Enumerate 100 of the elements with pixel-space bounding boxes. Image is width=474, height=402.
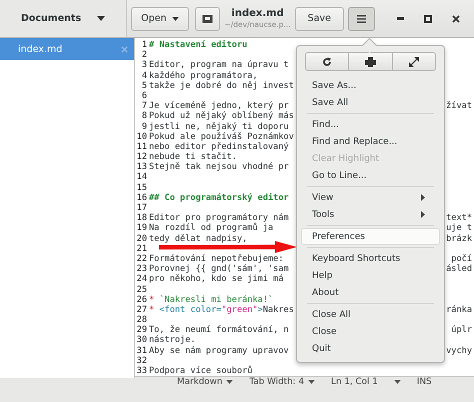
document-icon-button[interactable] (195, 6, 220, 30)
code-line: brázk (446, 234, 473, 244)
menu-item[interactable]: Close (301, 323, 440, 340)
line-number: 13 (136, 162, 147, 172)
code-line: úplr (451, 325, 473, 336)
menu-item[interactable]: Go to Line... (301, 167, 440, 184)
close-icon[interactable] (452, 14, 460, 22)
document-icon (202, 14, 214, 24)
line-number: 7 (140, 101, 147, 112)
code-line: Pokud ale používáš Poznámkov (149, 132, 294, 142)
line-number: 30 (136, 335, 147, 346)
code-line: počí (451, 254, 473, 264)
cursor-position: Ln 1, Col 1 (331, 377, 378, 388)
line-number: 32 (136, 356, 147, 366)
line-number: 14 (136, 172, 147, 183)
menu-item[interactable]: Close All (301, 306, 440, 323)
menu-item[interactable]: Quit (301, 340, 440, 357)
line-number: 18 (136, 213, 147, 224)
line-number: 22 (136, 254, 147, 264)
code-line: Stejně tak nejsou vhodné pr (149, 162, 289, 172)
line-number: 8 (140, 111, 147, 122)
line-number: 31 (136, 346, 147, 356)
code-line: tedy dělat nadpisy, (149, 234, 248, 244)
line-number: 19 (136, 223, 147, 234)
code-line: Editor pro programátory nám (149, 213, 289, 224)
line-number: 11 (136, 142, 147, 152)
menu-icon (357, 14, 366, 22)
tab-width-selector[interactable]: Tab Width: 4 (249, 377, 316, 388)
menu-item[interactable]: Find... (301, 116, 440, 133)
code-line: takže je dobré do něj invest (149, 80, 294, 91)
code-line: vychy (446, 346, 473, 356)
line-number: 1 (140, 40, 147, 50)
line-number: 28 (136, 315, 147, 326)
code-line: nebo editor předinstalovaný (149, 142, 289, 152)
code-line: pro někoho, kdo se jimi má (149, 274, 284, 284)
code-line: Aby se nám programy upravov (149, 346, 289, 356)
reload-icon (322, 56, 332, 66)
line-number: 25 (136, 284, 147, 295)
save-button[interactable]: Save (294, 6, 344, 30)
language-selector[interactable]: Markdown (177, 377, 234, 388)
caret-icon[interactable] (394, 380, 401, 384)
reload-button[interactable] (305, 52, 350, 71)
line-number: 12 (136, 152, 147, 162)
submenu-arrow-icon (421, 211, 425, 218)
line-number: 26 (136, 294, 147, 305)
line-number: 2 (140, 50, 147, 60)
line-number: 9 (140, 122, 147, 132)
open-button[interactable]: Open (131, 6, 190, 30)
code-line: Porovnej {{ gnd('sám', 'sam (149, 264, 289, 274)
code-line: nástroje. (149, 335, 196, 346)
line-number: 4 (140, 70, 147, 81)
menu-item[interactable]: Help (301, 267, 440, 284)
code-line: Podpora více souborů (149, 366, 252, 376)
fullscreen-button[interactable] (392, 52, 436, 71)
code-line: * `Nakresli mi beránka!` (149, 294, 274, 305)
line-number: 27 (136, 304, 147, 316)
line-number: 23 (136, 264, 147, 274)
code-line: * <font color="green">Nakres (149, 304, 294, 316)
menu-item[interactable]: Find and Replace... (301, 133, 440, 150)
line-number: 17 (136, 203, 147, 214)
code-line: každého programátora, (149, 70, 258, 81)
code-line: Editor, program na úpravu t (149, 60, 289, 71)
menu-item[interactable]: Save As... (301, 77, 440, 94)
submenu-arrow-icon (421, 194, 425, 201)
line-number: 6 (140, 90, 147, 102)
caret-icon[interactable] (97, 16, 106, 21)
line-number: 24 (136, 274, 147, 284)
maximize-icon[interactable] (424, 14, 432, 22)
window-title: index.md (231, 8, 284, 18)
line-number: 33 (136, 366, 147, 376)
menu-item[interactable]: About (301, 284, 440, 301)
code-line: To, že neumí formátování, n (149, 325, 289, 336)
code-line: ## Co programátorský editor (149, 192, 289, 203)
menu-item[interactable]: Keyboard Shortcuts (301, 250, 440, 267)
menu-item[interactable]: Save All (301, 94, 440, 111)
code-line: Formátování nepotřebujeme: (149, 254, 284, 264)
line-number: 10 (136, 132, 147, 142)
code-line: jestli ne, nějaký ti doporu (149, 122, 289, 132)
line-number: 20 (136, 234, 147, 244)
line-number: 5 (140, 80, 147, 91)
line-number: 15 (136, 182, 147, 193)
line-number: 3 (140, 60, 147, 71)
code-line: ránka (446, 304, 473, 316)
code-line: Na rozdíl od programů ja (149, 223, 274, 234)
code-line: uje t (446, 223, 473, 234)
caret-icon (308, 380, 316, 384)
code-line: Pokud už nějaký oblíbený más (149, 111, 294, 122)
insert-mode: INS (416, 377, 432, 388)
sidebar-title: Documents (20, 13, 82, 24)
caret-icon (226, 380, 234, 384)
menu-item[interactable]: Tools (301, 206, 440, 223)
menu-item[interactable]: Preferences (301, 228, 440, 245)
menu-item[interactable]: View (301, 189, 440, 206)
code-line: ásled (446, 264, 473, 274)
code-line: # Nastavení editoru (149, 40, 248, 50)
code-line: Je víceméně jedno, který pr (149, 101, 289, 112)
print-button[interactable] (349, 52, 393, 71)
menu-button[interactable] (348, 6, 375, 30)
code-line: žívat (446, 101, 473, 112)
code-line: nebude ti stačit. (149, 152, 237, 162)
